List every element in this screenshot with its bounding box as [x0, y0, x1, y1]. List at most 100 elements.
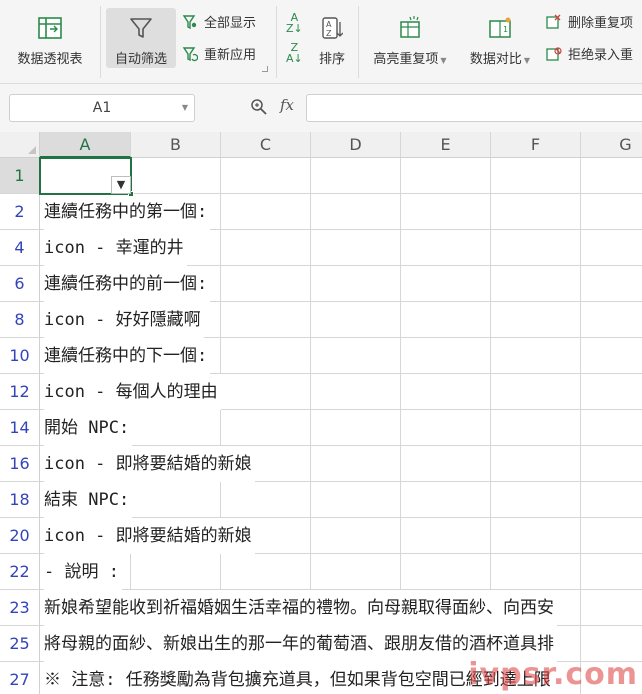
cell[interactable]: [401, 338, 491, 374]
row-header[interactable]: 4: [0, 230, 40, 266]
sort-descending-icon[interactable]: Z A↓: [286, 42, 303, 64]
select-all-corner[interactable]: [0, 132, 40, 158]
cell[interactable]: [221, 338, 311, 374]
cell[interactable]: [491, 302, 581, 338]
cell[interactable]: [221, 194, 311, 230]
delete-duplicates-button[interactable]: 删除重复项: [546, 12, 633, 31]
column-header-a[interactable]: A: [40, 132, 131, 158]
function-icon[interactable]: fx: [280, 96, 294, 114]
sort-ascending-icon[interactable]: A Z↓: [286, 12, 303, 34]
cell[interactable]: [491, 266, 581, 302]
cell[interactable]: [311, 302, 401, 338]
row-header[interactable]: 10: [0, 338, 40, 374]
cell[interactable]: [581, 374, 642, 410]
cell[interactable]: [311, 482, 401, 518]
cell[interactable]: [401, 158, 491, 194]
row-header[interactable]: 20: [0, 518, 40, 554]
formula-input[interactable]: [306, 94, 642, 122]
row-header[interactable]: 8: [0, 302, 40, 338]
cell[interactable]: [581, 590, 642, 626]
data-compare-button[interactable]: 1 数据对比 ▼: [462, 8, 538, 67]
row-header[interactable]: 2: [0, 194, 40, 230]
column-header-c[interactable]: C: [221, 132, 311, 158]
cell[interactable]: [311, 266, 401, 302]
cell[interactable]: [131, 158, 221, 194]
row-header[interactable]: 18: [0, 482, 40, 518]
cell[interactable]: [491, 518, 581, 554]
show-all-button[interactable]: 全部显示: [182, 12, 256, 31]
reapply-button[interactable]: 重新应用: [182, 44, 256, 63]
pivot-table-button[interactable]: 数据透视表: [8, 8, 92, 67]
cell[interactable]: [581, 518, 642, 554]
cell[interactable]: [401, 302, 491, 338]
cell[interactable]: [581, 446, 642, 482]
cell[interactable]: [311, 410, 401, 446]
cell[interactable]: [221, 230, 311, 266]
sort-button[interactable]: A Z 排序: [312, 8, 352, 67]
filter-dropdown-icon[interactable]: ▼: [111, 176, 131, 194]
reject-duplicates-button[interactable]: 拒绝录入重: [546, 44, 633, 63]
cell[interactable]: [401, 266, 491, 302]
cell[interactable]: [221, 482, 311, 518]
cell[interactable]: [491, 158, 581, 194]
cell[interactable]: [221, 302, 311, 338]
column-header-g[interactable]: G: [581, 132, 642, 158]
cell[interactable]: [581, 410, 642, 446]
cell[interactable]: [401, 194, 491, 230]
cell[interactable]: [221, 410, 311, 446]
cell[interactable]: [401, 446, 491, 482]
cell[interactable]: [491, 554, 581, 590]
row-header[interactable]: 22: [0, 554, 40, 590]
cell[interactable]: [581, 266, 642, 302]
cell[interactable]: [581, 230, 642, 266]
row-header[interactable]: 1: [0, 158, 40, 194]
cell[interactable]: [401, 554, 491, 590]
cell[interactable]: [311, 374, 401, 410]
cell[interactable]: [131, 410, 221, 446]
cell[interactable]: [401, 482, 491, 518]
column-header-f[interactable]: F: [491, 132, 581, 158]
row-header[interactable]: 23: [0, 590, 40, 626]
autofilter-button[interactable]: 自动筛选: [106, 8, 176, 68]
column-header-d[interactable]: D: [311, 132, 401, 158]
row-header[interactable]: 6: [0, 266, 40, 302]
cell[interactable]: [221, 266, 311, 302]
chevron-down-icon[interactable]: ▼: [182, 95, 188, 121]
cell[interactable]: [311, 554, 401, 590]
cell[interactable]: [581, 338, 642, 374]
cell[interactable]: [581, 158, 642, 194]
cell[interactable]: [311, 230, 401, 266]
cell[interactable]: [221, 374, 311, 410]
cell[interactable]: [131, 554, 221, 590]
cell[interactable]: [131, 482, 221, 518]
name-box[interactable]: A1 ▼: [9, 94, 195, 122]
row-header[interactable]: 27: [0, 662, 40, 694]
cell[interactable]: [581, 302, 642, 338]
column-header-b[interactable]: B: [131, 132, 221, 158]
cell[interactable]: [491, 446, 581, 482]
cell[interactable]: [581, 554, 642, 590]
cell[interactable]: [311, 446, 401, 482]
cell[interactable]: [491, 194, 581, 230]
row-header[interactable]: 14: [0, 410, 40, 446]
row-header[interactable]: 12: [0, 374, 40, 410]
cell[interactable]: [401, 518, 491, 554]
cell[interactable]: [491, 410, 581, 446]
cell[interactable]: [401, 410, 491, 446]
cell[interactable]: [221, 158, 311, 194]
cell[interactable]: [491, 230, 581, 266]
cell[interactable]: [311, 194, 401, 230]
cell[interactable]: [581, 194, 642, 230]
row-header[interactable]: 16: [0, 446, 40, 482]
cell[interactable]: [401, 374, 491, 410]
column-header-e[interactable]: E: [401, 132, 491, 158]
cell[interactable]: [491, 374, 581, 410]
cell[interactable]: [311, 518, 401, 554]
cell[interactable]: [221, 554, 311, 590]
row-header[interactable]: 25: [0, 626, 40, 662]
cell[interactable]: [491, 482, 581, 518]
cell[interactable]: [581, 482, 642, 518]
cell[interactable]: [311, 338, 401, 374]
filter-group-launcher-icon[interactable]: [262, 66, 268, 72]
cell[interactable]: [491, 338, 581, 374]
